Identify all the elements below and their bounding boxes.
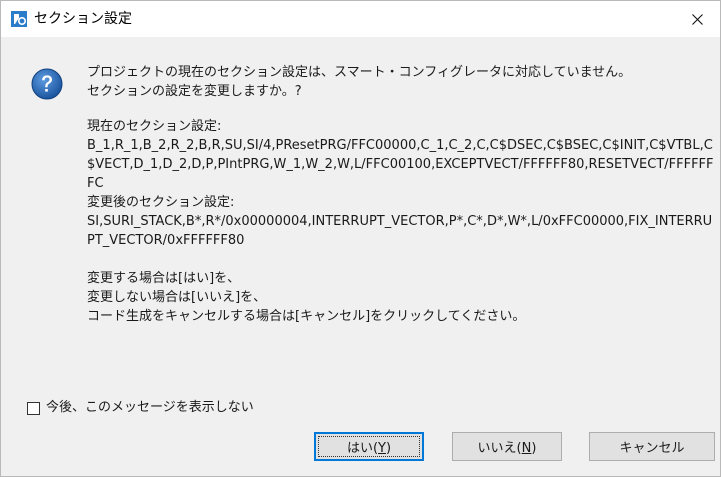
message-text: プロジェクトの現在のセクション設定は、スマート・コンフィグレータに対応していませ…	[87, 63, 715, 326]
cancel-button-label: キャンセル	[619, 441, 685, 456]
cancel-button[interactable]: キャンセル	[589, 432, 715, 461]
yes-button[interactable]: はい(Y)	[314, 432, 424, 461]
section-settings-dialog: セクション設定 プロジェクトの現在のセクション設定は、スマート・コンフィグレータ…	[0, 0, 721, 477]
app-icon	[11, 11, 27, 27]
dialog-title: セクション設定	[34, 11, 132, 27]
message-line-1: プロジェクトの現在のセクション設定は、スマート・コンフィグレータに対応していませ…	[87, 65, 632, 80]
dont-show-again-label[interactable]: 今後、このメッセージを表示しない	[46, 399, 254, 417]
close-button[interactable]	[674, 1, 720, 37]
title-bar[interactable]: セクション設定	[1, 1, 720, 37]
yes-button-label: はい(Y)	[346, 441, 392, 456]
close-icon	[691, 13, 703, 25]
new-settings-label: 変更後のセクション設定:	[87, 195, 235, 210]
question-icon	[31, 68, 63, 100]
dont-show-again-option[interactable]: 今後、このメッセージを表示しない	[27, 399, 254, 417]
instruction-yes: 変更する場合は[はい]を、	[87, 271, 241, 286]
instruction-cancel: コード生成をキャンセルする場合は[キャンセル]をクリックしてください。	[87, 309, 526, 324]
new-settings-value: SI,SURI_STACK,B*,R*/0x00000004,INTERRUPT…	[87, 214, 713, 248]
message-line-2: セクションの設定を変更しますか。?	[87, 84, 302, 99]
dialog-body: プロジェクトの現在のセクション設定は、スマート・コンフィグレータに対応していませ…	[1, 37, 720, 476]
no-button[interactable]: いいえ(N)	[452, 432, 562, 461]
dont-show-again-checkbox[interactable]	[27, 401, 40, 415]
current-settings-value: B_1,R_1,B_2,R_2,B,R,SU,SI/4,PResetPRG/FF…	[87, 138, 714, 191]
instruction-no: 変更しない場合は[いいえ]を、	[87, 290, 267, 305]
current-settings-label: 現在のセクション設定:	[87, 119, 222, 134]
no-button-label: いいえ(N)	[477, 441, 537, 456]
